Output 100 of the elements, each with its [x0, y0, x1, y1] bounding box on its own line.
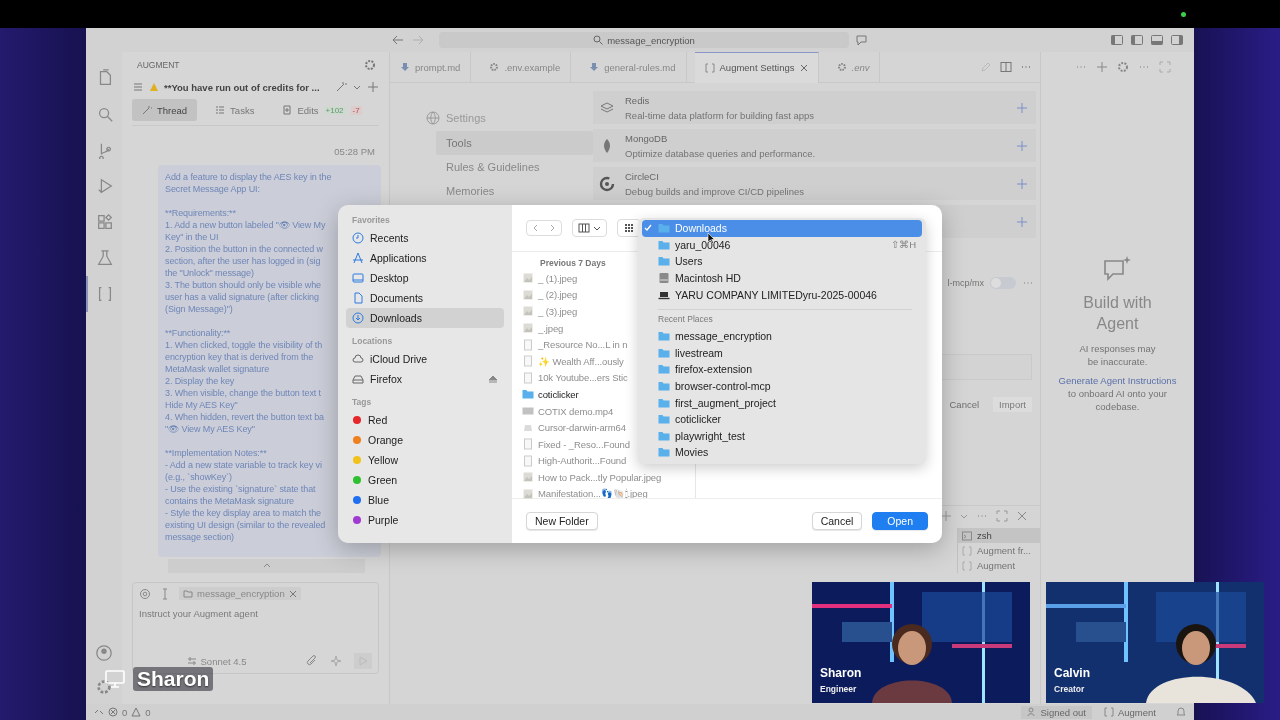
file-item[interactable]: coticlicker	[522, 386, 579, 403]
terminal-item[interactable]: zsh	[958, 528, 1040, 543]
warning-count[interactable]: 0	[145, 706, 151, 718]
settings-nav-item[interactable]: Memories	[436, 179, 593, 203]
new-folder-button[interactable]: New Folder	[526, 512, 598, 530]
terminal-item[interactable]: Augment	[958, 558, 1040, 573]
menu-item[interactable]: livestream	[642, 344, 922, 362]
cancel-button[interactable]: Cancel	[811, 512, 863, 530]
editor-tab[interactable]: general-rules.md	[579, 52, 687, 82]
add-icon[interactable]	[1096, 61, 1108, 73]
navigation-buttons[interactable]	[526, 220, 562, 236]
maximize-icon[interactable]	[1159, 61, 1171, 73]
braces-icon	[1103, 707, 1114, 717]
maximize-icon[interactable]	[996, 510, 1008, 522]
settings-icon[interactable]	[1117, 61, 1129, 73]
hard-drive-icon	[658, 272, 670, 285]
menu-item[interactable]: firefox-extension	[642, 361, 922, 378]
open-button[interactable]: Open	[872, 512, 928, 530]
sidebar-item[interactable]: Applications	[346, 248, 504, 268]
editor-tab[interactable]: prompt.md	[390, 52, 472, 82]
thread-title[interactable]: **You have run out of credits for ...	[164, 81, 330, 93]
layout-icon[interactable]	[1170, 33, 1184, 47]
account-icon[interactable]	[95, 644, 113, 662]
pencil-icon[interactable]	[980, 61, 992, 73]
cancel-button[interactable]: Cancel	[943, 397, 986, 412]
add-icon[interactable]	[367, 81, 379, 93]
wand-icon[interactable]	[335, 81, 347, 93]
menu-item[interactable]: coticlicker	[642, 410, 922, 428]
folder-icon	[183, 588, 193, 599]
menu-item[interactable]: first_augment_project	[642, 394, 922, 411]
sidebar-item[interactable]: Yellow	[346, 450, 504, 470]
account-status[interactable]: Signed out	[1020, 705, 1092, 719]
attach-icon[interactable]	[306, 655, 318, 667]
error-count[interactable]: 0	[122, 706, 128, 718]
sidebar-item[interactable]: Blue	[346, 490, 504, 510]
layout-icon[interactable]	[1150, 33, 1164, 47]
panel-tab[interactable]: Thread	[132, 99, 198, 121]
menu-item[interactable]: browser-control-mcp	[642, 377, 922, 395]
layout-icon[interactable]	[1110, 33, 1124, 47]
sidebar-item[interactable]: Downloads	[346, 308, 504, 328]
eject-icon[interactable]	[488, 374, 498, 384]
sidebar-item[interactable]: Recents	[346, 228, 504, 248]
remote-icon[interactable]	[94, 707, 104, 717]
add-icon[interactable]	[1016, 177, 1028, 190]
instructions-link[interactable]: Generate Agent Instructions	[1058, 375, 1177, 386]
folder-icon	[658, 255, 670, 268]
sidebar-item[interactable]: Red	[346, 410, 504, 430]
editor-tab[interactable]: .env	[826, 52, 881, 82]
menu-item[interactable]: playwright_test	[642, 427, 922, 445]
sidebar-item[interactable]: Firefox	[346, 369, 504, 389]
thread-icon	[142, 105, 152, 115]
close-icon[interactable]	[288, 589, 297, 598]
bell-icon[interactable]	[1176, 707, 1186, 717]
terminal-item[interactable]: Augment fr...	[958, 543, 1040, 558]
document-icon	[522, 338, 534, 351]
sidebar-item[interactable]: Orange	[346, 430, 504, 450]
folder-icon	[658, 396, 670, 409]
sidebar-item[interactable]: Green	[346, 470, 504, 490]
augment-status[interactable]: Augment	[1103, 706, 1156, 718]
caret-icon[interactable]	[960, 512, 968, 520]
mention-icon[interactable]	[139, 587, 151, 600]
sidebar-item[interactable]: Documents	[346, 288, 504, 308]
sidebar-item[interactable]: iCloud Drive	[346, 349, 504, 369]
editor-tab[interactable]: Augment Settings	[694, 51, 819, 83]
editor-tab[interactable]: .env.example	[479, 52, 572, 82]
view-button[interactable]	[572, 219, 607, 237]
added-count: +102	[323, 105, 346, 115]
menu-item[interactable]: yaru_00046 ⇧⌘H	[642, 236, 922, 254]
menu-item[interactable]: message_encryption	[642, 327, 922, 345]
menu-item[interactable]: Users	[642, 253, 922, 270]
sidebar-item[interactable]: Desktop	[346, 268, 504, 288]
add-icon[interactable]	[1016, 139, 1028, 152]
search-field[interactable]: message_encryption	[439, 32, 849, 48]
import-button[interactable]: Import	[993, 397, 1032, 412]
add-icon[interactable]	[1016, 215, 1028, 228]
settings-icon[interactable]	[95, 678, 113, 696]
forward-icon[interactable]	[411, 33, 425, 47]
back-icon[interactable]	[391, 33, 405, 47]
send-button[interactable]	[354, 653, 372, 669]
close-icon[interactable]	[799, 63, 808, 72]
menu-item[interactable]: YARU COMPANY LIMITEDyru-2025-00046	[642, 286, 922, 303]
menu-item[interactable]: Macintosh HD	[642, 269, 922, 287]
sparkle-icon[interactable]	[330, 655, 342, 667]
model-selector[interactable]: Sonnet 4.5	[186, 655, 247, 667]
split-editor-icon[interactable]	[1000, 61, 1012, 73]
menu-icon[interactable]	[132, 81, 144, 93]
menu-item[interactable]: Downloads	[642, 220, 922, 237]
menu-item[interactable]: Movies	[642, 444, 922, 461]
add-icon[interactable]	[940, 510, 952, 522]
settings-icon[interactable]	[364, 59, 376, 71]
sidebar-item[interactable]: Purple	[346, 510, 504, 530]
settings-nav-item[interactable]: Rules & Guidelines	[436, 155, 593, 179]
panel-tab[interactable]: Edits +102 -7	[272, 99, 372, 121]
layout-icon[interactable]	[1130, 33, 1144, 47]
close-icon[interactable]	[1016, 510, 1028, 522]
context-chip[interactable]: message_encryption	[179, 587, 301, 600]
document-icon	[522, 355, 534, 368]
panel-tab[interactable]: Tasks	[205, 99, 265, 121]
settings-nav-item[interactable]: Tools	[436, 131, 593, 155]
add-icon[interactable]	[1016, 101, 1028, 114]
